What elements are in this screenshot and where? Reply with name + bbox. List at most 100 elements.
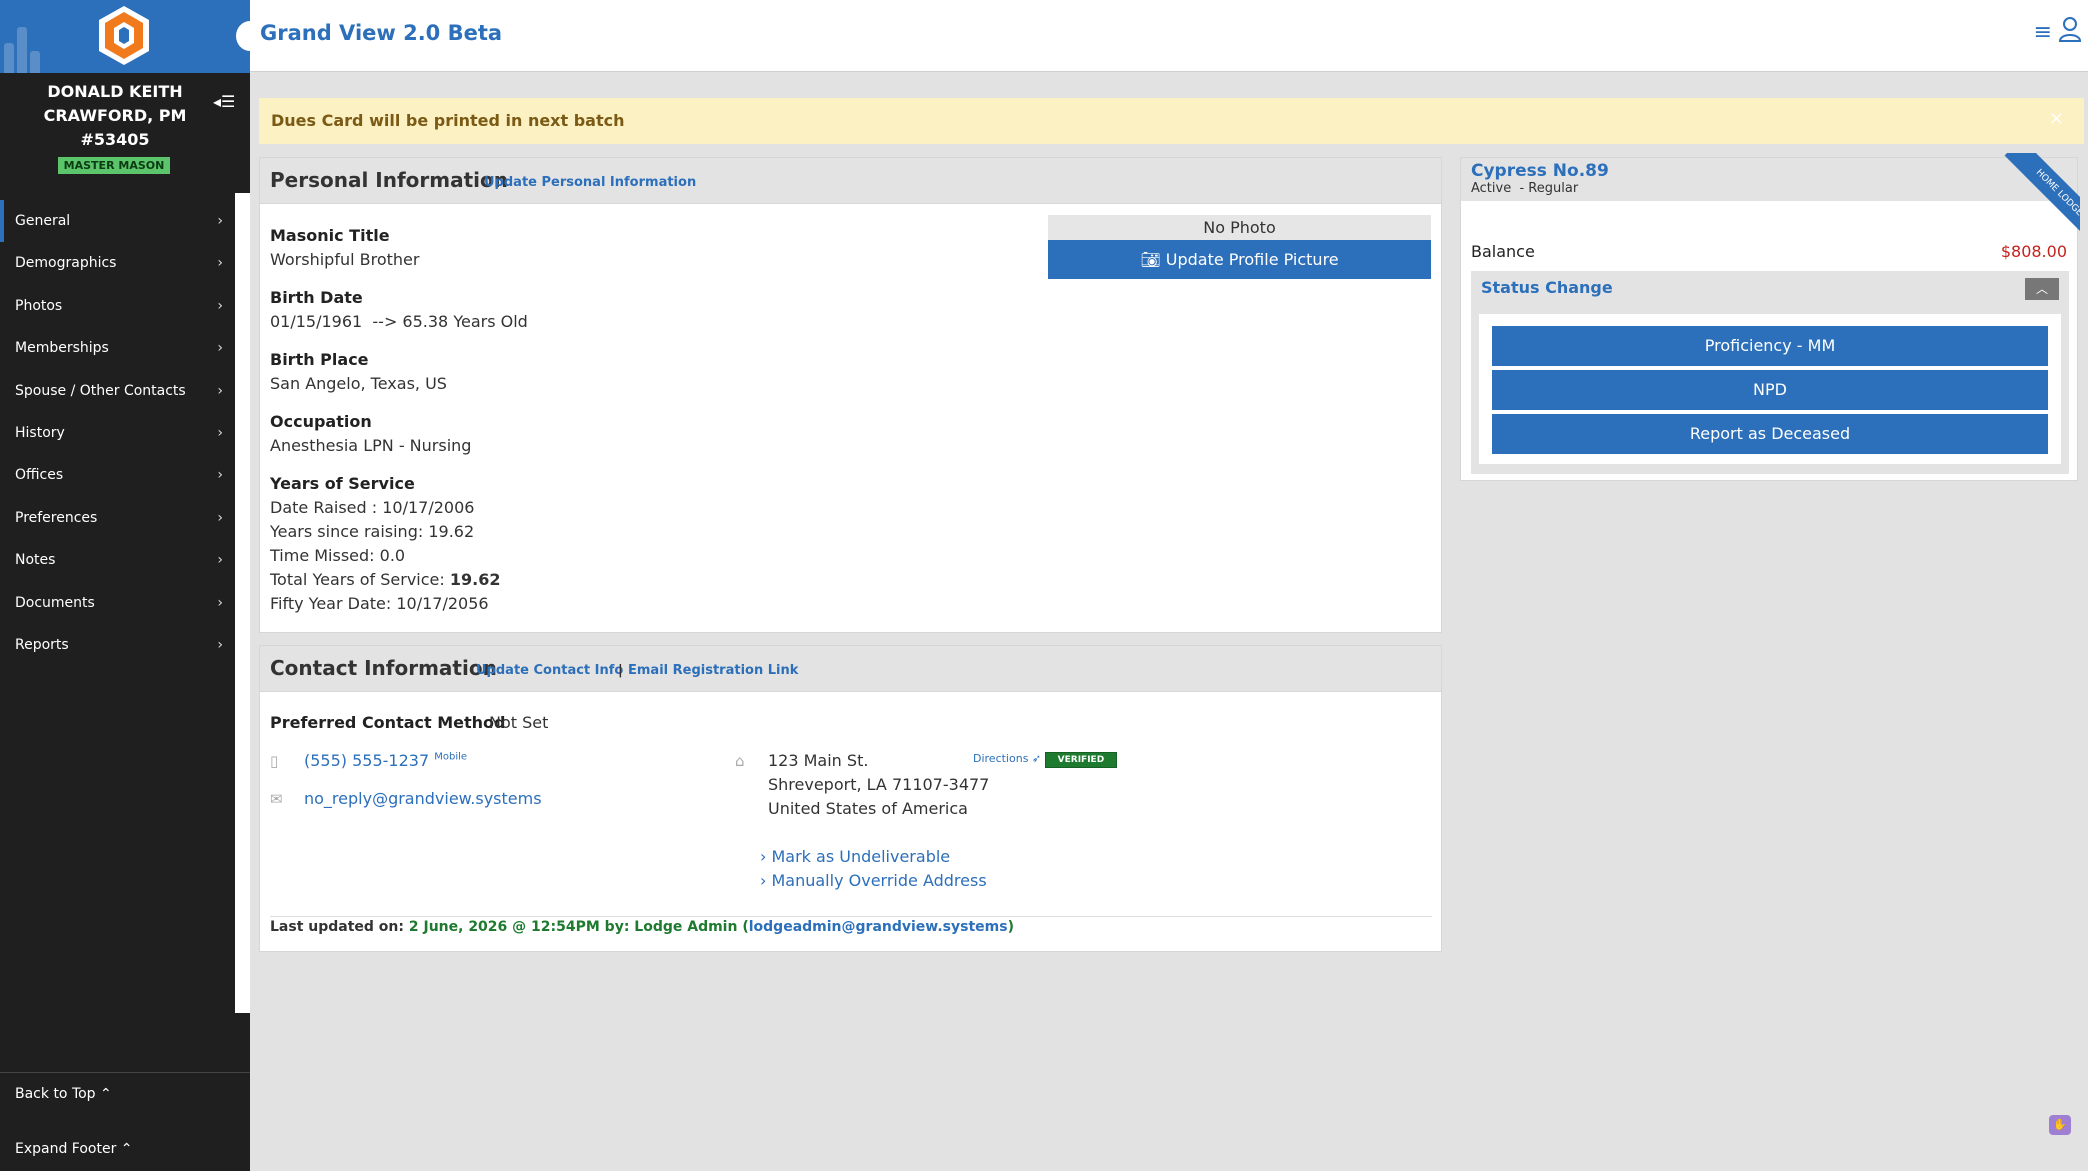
address-line1: 123 Main St. [768,751,869,770]
last-updated-label: Last updated on: [270,919,409,935]
back-to-top-link[interactable]: Back to Top ⌃ [15,1086,112,1102]
occupation-label: Occupation [270,412,372,431]
years-of-service-label: Years of Service [270,474,415,493]
chevron-right-icon: › [217,467,223,484]
background-bar-decoration [17,27,27,73]
chevron-right-icon: › [760,871,772,890]
envelope-icon: ✉ [270,790,283,808]
last-updated-email-link[interactable]: lodgeadmin@grandview.systems [749,919,1008,935]
nav-item-preferences[interactable]: Preferences › [0,497,235,539]
nav-item-documents[interactable]: Documents › [0,582,235,624]
update-contact-info-link[interactable]: Update Contact Info [476,663,623,678]
last-updated-close: ) [1007,919,1014,935]
phone-line: (555) 555-1237 Mobile [304,751,467,770]
accessibility-widget-icon[interactable]: ✋ [2049,1115,2071,1135]
lodge-status: Active - Regular [1471,181,1579,196]
preferred-contact-label: Preferred Contact Method [270,713,506,732]
divider [270,916,1432,917]
chevron-right-icon: › [217,297,223,314]
chevron-up-icon: ︿ [2035,282,2048,296]
nav-item-offices[interactable]: Offices › [0,454,235,496]
chevron-right-icon: › [217,552,223,569]
chevron-right-icon: › [217,213,223,229]
birth-date-label: Birth Date [270,288,363,307]
email-registration-link[interactable]: Email Registration Link [628,663,798,678]
nav-item-history[interactable]: History › [0,412,235,454]
proficiency-mm-button[interactable]: Proficiency - MM [1492,326,2048,366]
lodge-name-link[interactable]: Cypress No.89 [1471,161,1609,181]
verified-badge: VERIFIED [1044,752,1118,768]
lodge-panel: Cypress No.89 Active - Regular HOME LODG… [1460,153,2080,481]
nav-item-label: Documents [15,594,95,611]
link-separator: | [618,663,623,678]
nav-item-label: Notes [15,552,56,569]
chevron-right-icon: › [217,255,223,272]
collapse-menu-icon: ◂☰ [213,92,236,111]
nav-item-label: History [15,424,65,441]
nav-item-photos[interactable]: Photos › [0,285,235,327]
nav-item-label: General [15,213,71,229]
update-profile-picture-button[interactable]: 📷︎ Update Profile Picture [1048,240,1431,279]
hamburger-menu-icon[interactable]: ≡ [2034,20,2052,45]
alert-close-icon[interactable]: × [2049,108,2064,129]
nav-item-reports[interactable]: Reports › [0,624,235,666]
nav-item-demographics[interactable]: Demographics › [0,242,235,284]
nav-item-memberships[interactable]: Memberships › [0,327,235,369]
chevron-right-icon: › [217,594,223,611]
lodge-header: Cypress No.89 Active - Regular [1461,158,2077,201]
occupation-value: Anesthesia LPN - Nursing [270,436,472,455]
status-change-title: Status Change [1481,278,1613,297]
total-years-of-service: Total Years of Service: 19.62 [270,570,500,589]
collapse-toggle-button[interactable]: ︿ [2025,278,2059,300]
sidebar-scroll-track [235,193,250,1013]
birth-place-value: San Angelo, Texas, US [270,374,447,393]
nav-item-general[interactable]: General › [0,200,235,243]
total-service-label: Total Years of Service: [270,570,450,589]
background-bar-decoration [30,51,40,73]
nav-item-notes[interactable]: Notes › [0,539,235,581]
contact-info-panel: Contact Information Update Contact Info … [259,645,1442,952]
last-updated-by: by: Lodge Admin ( [599,919,749,935]
personal-info-title: Personal Information [270,168,508,192]
npd-button[interactable]: NPD [1492,370,2048,410]
home-lodge-ribbon-label: HOME LODGE [2004,153,2080,243]
phone-type: Mobile [434,751,468,763]
expand-footer-link[interactable]: Expand Footer ⌃ [15,1141,133,1157]
birth-date-value: 01/15/1961 --> 65.38 Years Old [270,312,528,331]
top-header: Grand View 2.0 Beta ≡ [236,0,2088,72]
directions-label: Directions [973,752,1029,765]
fifty-year-date: Fifty Year Date: 10/17/2056 [270,594,489,613]
directions-link[interactable]: Directions ➶ VERIFIED [973,752,1118,768]
no-photo-placeholder: No Photo [1048,215,1431,240]
send-arrow-icon: ➶ [1028,752,1045,765]
last-updated-info: Last updated on: 2 June, 2026 @ 12:54PM … [270,919,1014,935]
mark-undeliverable-link[interactable]: › Mark as Undeliverable [760,847,950,866]
nav-item-label: Reports [15,636,69,653]
override-address-link[interactable]: › Manually Override Address [760,871,987,890]
personal-info-panel: Personal Information Update Personal Inf… [259,157,1442,633]
masonic-title-value: Worshipful Brother [270,250,420,269]
chevron-right-icon: › [217,509,223,526]
email-address: no_reply@grandview.systems [304,789,542,808]
home-icon: ⌂ [735,752,745,770]
nav-item-spouse-contacts[interactable]: Spouse / Other Contacts › [0,370,235,412]
phone-icon: ▯ [270,752,279,770]
update-personal-info-link[interactable]: Update Personal Information [484,175,696,190]
user-profile-icon[interactable] [2058,16,2082,42]
last-updated-date: 2 June, 2026 @ 12:54PM [408,919,600,935]
phone-number-link[interactable]: (555) 555-1237 [304,751,429,770]
panel-header: Personal Information Update Personal Inf… [260,158,1441,204]
email-link[interactable]: no_reply@grandview.systems [304,789,542,808]
time-missed: Time Missed: 0.0 [270,546,406,565]
rank-badge: MASTER MASON [58,157,170,174]
years-since-raising: Years since raising: 19.62 [270,522,475,541]
collapse-sidebar-button[interactable]: ◂☰ [213,92,243,112]
background-bar-decoration [4,43,14,73]
nav-item-label: Offices [15,467,64,484]
birth-place-label: Birth Place [270,350,369,369]
report-deceased-button[interactable]: Report as Deceased [1492,414,2048,454]
address-line2: Shreveport, LA 71107-3477 [768,775,990,794]
status-change-actions: Proficiency - MM NPD Report as Deceased [1479,314,2061,464]
chevron-right-icon: › [760,847,772,866]
mark-undeliverable-label: Mark as Undeliverable [771,847,951,866]
